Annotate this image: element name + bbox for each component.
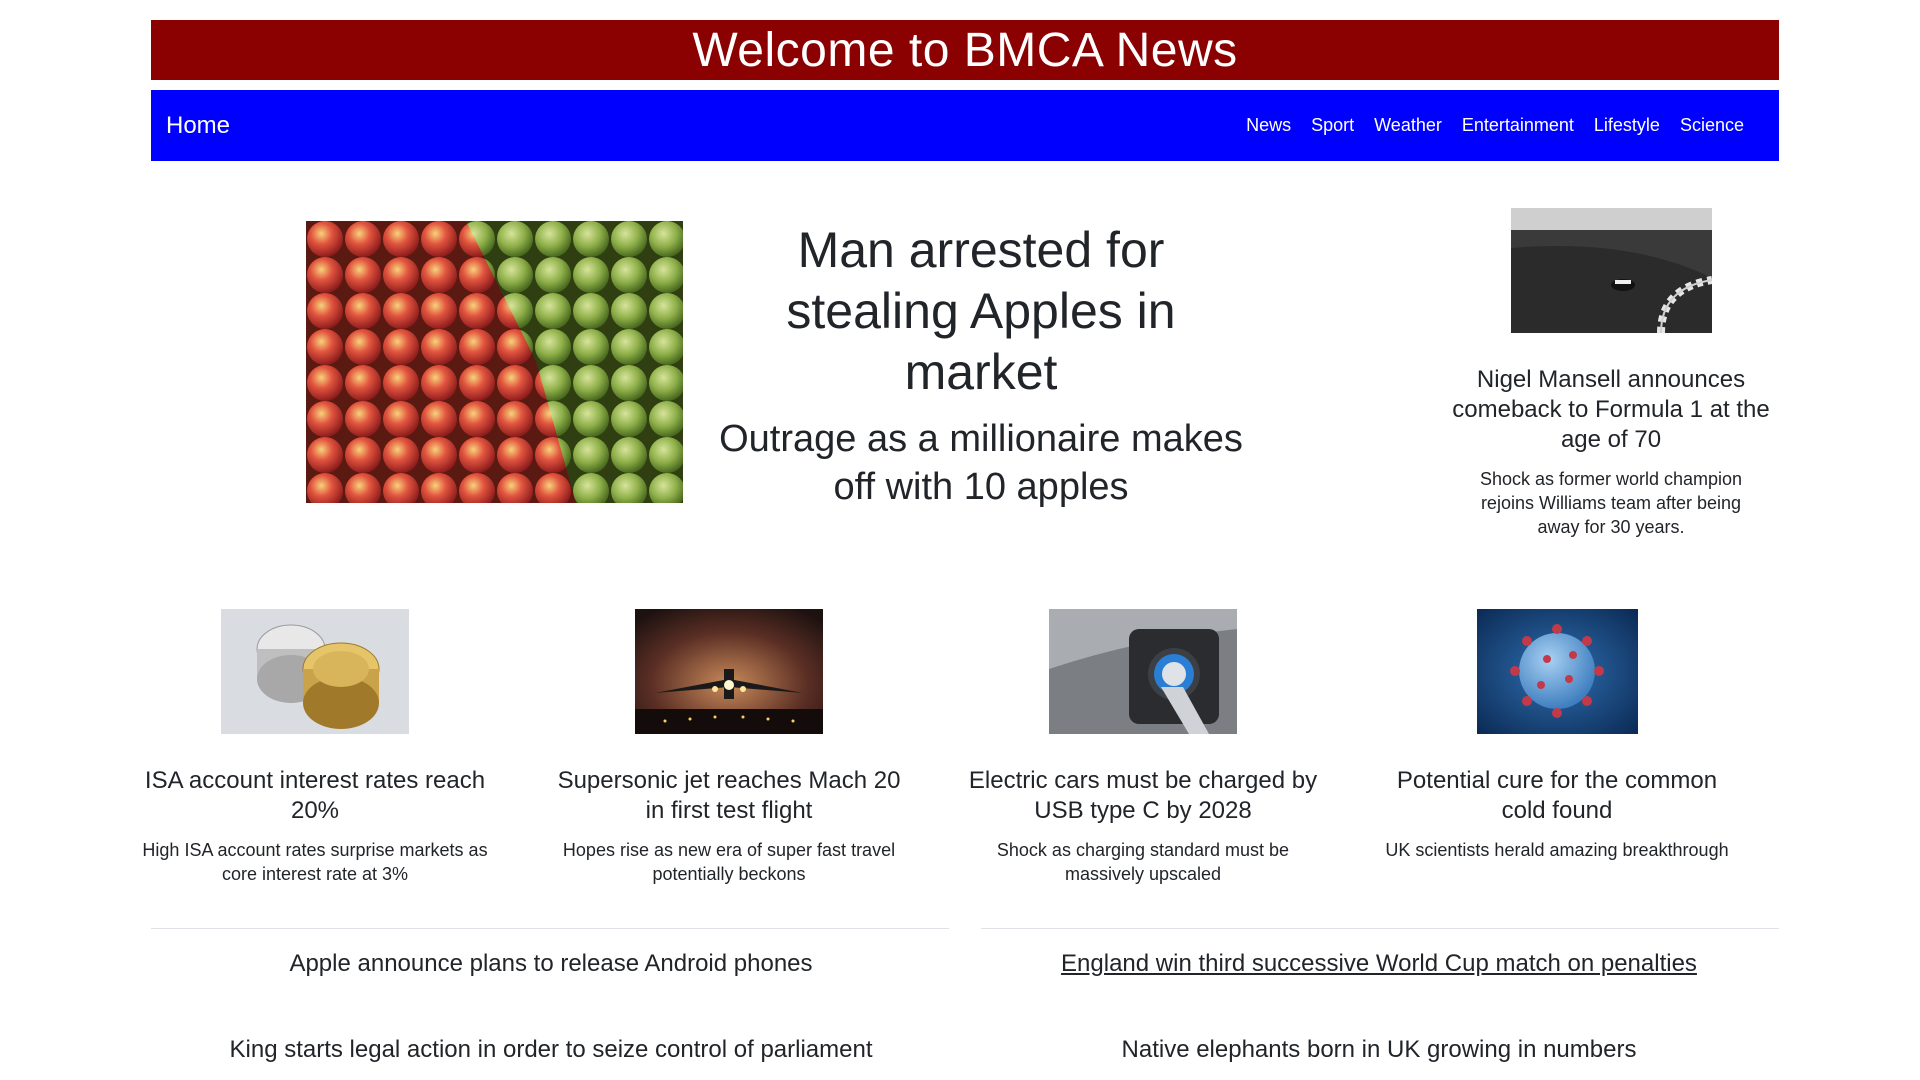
headline-link[interactable]: King starts legal action in order to sei… [151,1036,951,1064]
headline-link[interactable]: Native elephants born in UK growing in n… [979,1036,1779,1064]
nav-link-science[interactable]: Science [1670,115,1754,136]
hero-subheadline: Outrage as a millionaire makes off with … [719,418,1243,508]
card-title[interactable]: Potential cure for the common cold found [1357,766,1757,826]
page-container: Welcome to BMCA News Home News Sport Wea… [142,0,1779,1080]
race-track-image [1510,208,1712,333]
hero-headline[interactable]: Man arrested for stealing Apples in mark… [711,220,1251,403]
card-description: Shock as charging standard must be massi… [996,840,1290,884]
story-card: Potential cure for the common cold found… [1357,609,1757,862]
nav-link-sport[interactable]: Sport [1301,115,1364,136]
side-story-description: Shock as former world champion rejoins W… [1479,469,1743,537]
card-description: Hopes rise as new era of super fast trav… [562,840,896,884]
card-title[interactable]: Supersonic jet reaches Mach 20 in first … [529,766,929,826]
virus-image [1476,609,1638,734]
story-card: Supersonic jet reaches Mach 20 in first … [529,609,929,886]
side-story-title[interactable]: Nigel Mansell announces comeback to Form… [1411,365,1811,455]
story-card: Electric cars must be charged by USB typ… [943,609,1343,886]
section-divider [981,928,1779,929]
side-story: Nigel Mansell announces comeback to Form… [1411,208,1811,539]
jet-image [635,609,823,734]
apples-image [306,221,683,503]
card-title[interactable]: Electric cars must be charged by USB typ… [943,766,1343,826]
nav-links: News Sport Weather Entertainment Lifesty… [1236,115,1754,136]
nav-link-entertainment[interactable]: Entertainment [1452,115,1584,136]
card-title[interactable]: ISA account interest rates reach 20% [115,766,515,826]
hero-text: Man arrested for stealing Apples in mark… [711,220,1251,511]
nav-home-link[interactable]: Home [166,112,230,140]
hero-section: Man arrested for stealing Apples in mark… [151,190,1779,560]
site-title: Welcome to BMCA News [692,23,1238,77]
nav-link-news[interactable]: News [1236,115,1301,136]
headline-link[interactable]: England win third successive World Cup m… [979,950,1779,978]
site-banner: Welcome to BMCA News [151,20,1779,80]
card-description: High ISA account rates surprise markets … [142,840,488,884]
story-card: ISA account interest rates reach 20% Hig… [115,609,515,886]
card-description: UK scientists herald amazing breakthroug… [1385,840,1729,860]
main-navbar: Home News Sport Weather Entertainment Li… [151,90,1779,161]
headline-link[interactable]: Apple announce plans to release Android … [151,950,951,978]
nav-link-lifestyle[interactable]: Lifestyle [1584,115,1670,136]
nav-link-weather[interactable]: Weather [1364,115,1452,136]
section-divider [151,928,949,929]
coins-image [221,609,409,734]
story-cards: ISA account interest rates reach 20% Hig… [142,609,1779,899]
ev-charger-image [1049,609,1237,734]
